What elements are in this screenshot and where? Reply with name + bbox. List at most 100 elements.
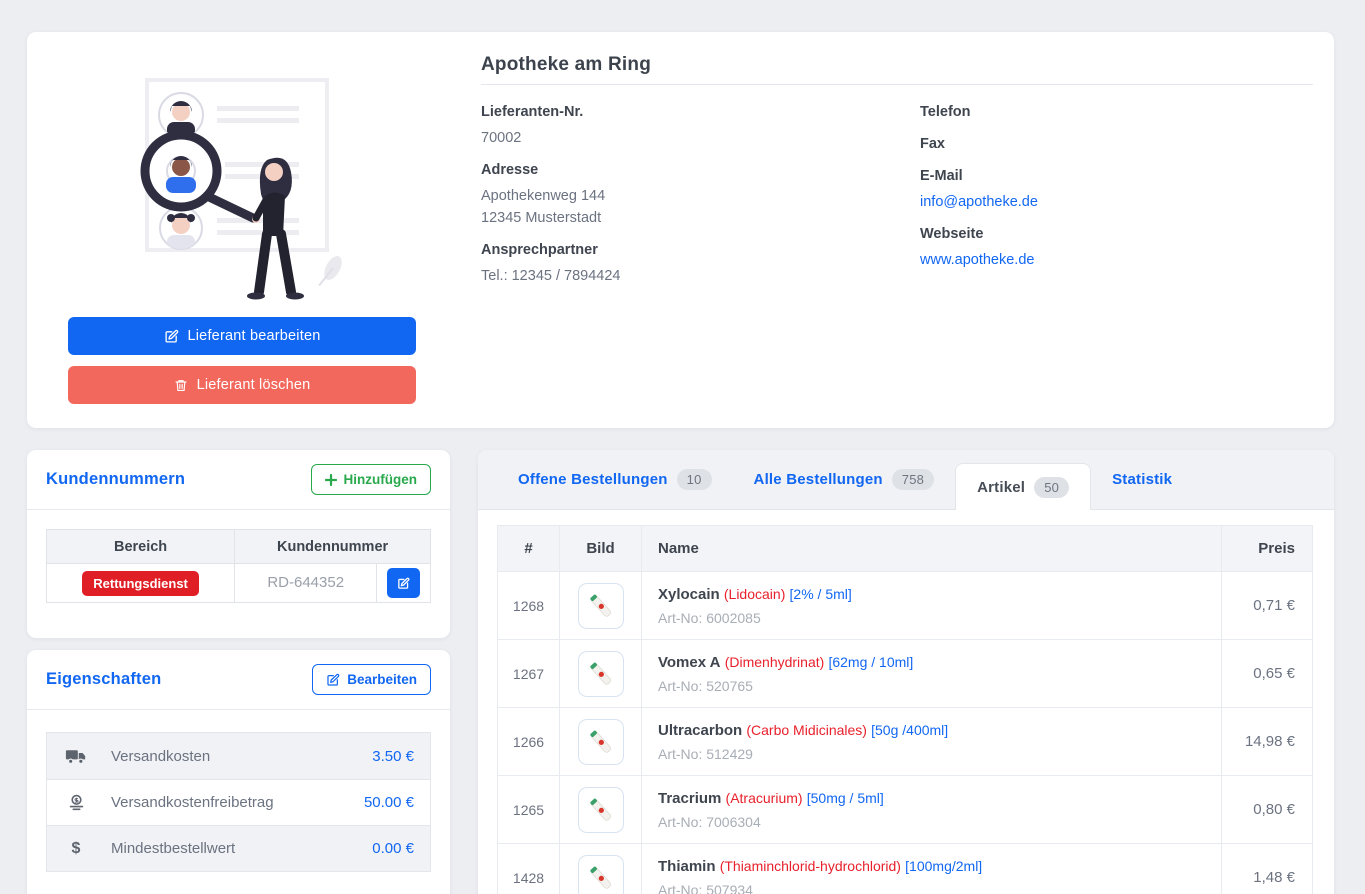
- article-number: Art-No: 7006304: [658, 813, 761, 830]
- fax-label: Fax: [920, 136, 945, 152]
- edit-customer-number-button[interactable]: [387, 568, 421, 598]
- tab-statistik[interactable]: Statistik: [1091, 450, 1193, 509]
- property-value: 0.00 €: [372, 840, 414, 857]
- supplier-edit-label: Lieferant bearbeiten: [187, 328, 321, 344]
- article-thumbnail: [577, 854, 624, 894]
- add-button-label: Hinzufügen: [343, 472, 418, 487]
- tab-count-badge: 50: [1034, 476, 1070, 498]
- article-substance: (Lidocain): [723, 585, 786, 602]
- article-substance: (Thiaminchlorid-hydrochlorid): [719, 857, 901, 874]
- supplier-illustration: [117, 60, 373, 316]
- article-row[interactable]: 1266 Ultracarbon (Carbo Midicinales) [50…: [497, 707, 1313, 776]
- article-dose: [2% / 5ml]: [789, 585, 852, 602]
- website-link[interactable]: www.apotheke.de: [920, 249, 1034, 271]
- tab-count-badge: 758: [891, 469, 935, 490]
- supplier-info-right: Telefon Fax E-Mail info@apotheke.de Webs…: [920, 104, 1038, 284]
- column-header-bereich: Bereich: [45, 529, 236, 564]
- supplier-delete-label: Lieferant löschen: [196, 377, 311, 393]
- article-price: 0,71 €: [1221, 571, 1313, 640]
- column-header-preis: Preis: [1221, 525, 1313, 572]
- property-row-mindestbestellwert: $ Mindestbestellwert 0.00 €: [47, 825, 430, 871]
- article-thumbnail: [577, 718, 624, 765]
- article-id: 1268: [497, 571, 560, 640]
- article-dose: [50g /400ml]: [871, 721, 949, 738]
- article-price: 1,48 €: [1221, 843, 1313, 894]
- column-header-id: #: [497, 525, 560, 572]
- article-id: 1265: [497, 775, 560, 844]
- article-id: 1428: [497, 843, 560, 894]
- supplier-number-label: Lieferanten-Nr.: [481, 104, 584, 120]
- column-header-name: Name: [641, 525, 1222, 572]
- ampoule-icon: [589, 730, 611, 753]
- tab-artikel[interactable]: Artikel 50: [955, 463, 1092, 510]
- customer-number-value: RD-644352: [267, 574, 345, 591]
- article-number: Art-No: 520765: [658, 677, 753, 694]
- edit-icon: [326, 673, 340, 687]
- edit-properties-button[interactable]: Bearbeiten: [312, 664, 431, 695]
- tab-label: Statistik: [1112, 471, 1173, 488]
- supplier-card: Apotheke am Ring Lieferanten-Nr. 70002 A…: [27, 32, 1334, 428]
- tab-label: Offene Bestellungen: [518, 471, 668, 488]
- article-name: Ultracarbon: [658, 721, 743, 739]
- property-row-versandkostenfreibetrag: Versandkostenfreibetrag 50.00 €: [47, 779, 430, 825]
- article-row[interactable]: 1267 Vomex A (Dimenhydrinat) [62mg / 10m…: [497, 639, 1313, 708]
- article-name: Vomex A: [658, 653, 721, 671]
- tab-label: Artikel: [977, 478, 1026, 496]
- article-row[interactable]: 1265 Tracrium (Atracurium) [50mg / 5ml] …: [497, 775, 1313, 844]
- article-row[interactable]: 1428 Thiamin (Thiaminchlorid-hydrochlori…: [497, 843, 1313, 894]
- ampoule-icon: [589, 866, 611, 889]
- supplier-delete-button[interactable]: Lieferant löschen: [68, 366, 416, 404]
- title-divider: [481, 84, 1313, 85]
- property-value: 50.00 €: [363, 794, 414, 811]
- article-price: 14,98 €: [1221, 707, 1313, 776]
- article-thumbnail: [577, 786, 624, 833]
- article-number: Art-No: 512429: [658, 745, 753, 762]
- edit-icon: [164, 329, 179, 344]
- coin-deposit-icon: [63, 793, 89, 813]
- article-thumbnail: [577, 650, 624, 697]
- article-substance: (Atracurium): [725, 789, 803, 806]
- edit-icon: [397, 577, 410, 590]
- add-customer-number-button[interactable]: Hinzufügen: [310, 464, 431, 495]
- tab-alle-bestellungen[interactable]: Alle Bestellungen 758: [733, 450, 956, 509]
- page-title: Apotheke am Ring: [481, 54, 651, 75]
- property-label: Versandkosten: [111, 747, 211, 765]
- tab-offene-bestellungen[interactable]: Offene Bestellungen 10: [497, 450, 733, 509]
- supplier-info-left: Lieferanten-Nr. 70002 Adresse Apothekenw…: [481, 104, 620, 300]
- orders-articles-card: Offene Bestellungen 10 Alle Bestellungen…: [478, 450, 1334, 894]
- property-row-versandkosten: Versandkosten 3.50 €: [47, 733, 430, 779]
- people-search-illustration-icon: [140, 78, 342, 300]
- article-row[interactable]: 1268 Xylocain (Lidocain) [2% / 5ml] Art-…: [497, 571, 1313, 640]
- article-dose: [100mg/2ml]: [905, 857, 983, 874]
- plus-icon: [324, 473, 337, 486]
- supplier-edit-button[interactable]: Lieferant bearbeiten: [68, 317, 416, 355]
- article-price: 0,80 €: [1221, 775, 1313, 844]
- column-header-bild: Bild: [559, 525, 642, 572]
- property-value: 3.50 €: [372, 747, 414, 765]
- properties-title: Eigenschaften: [46, 670, 162, 688]
- property-label: Mindestbestellwert: [111, 840, 236, 857]
- area-badge: Rettungsdienst: [82, 570, 199, 596]
- article-price: 0,65 €: [1221, 639, 1313, 708]
- website-label: Webseite: [920, 226, 984, 242]
- article-name: Tracrium: [658, 789, 722, 807]
- properties-list: Versandkosten 3.50 € Versandkostenfreibe…: [46, 732, 431, 872]
- customer-numbers-card: Kundennummern Hinzufügen Bereich Kundenn…: [27, 450, 450, 638]
- supplier-number-value: 70002: [481, 130, 522, 146]
- article-substance: (Dimenhydrinat): [724, 653, 825, 670]
- tab-count-badge: 10: [676, 469, 712, 490]
- contact-value: Tel.: 12345 / 7894424: [481, 268, 621, 284]
- ampoule-icon: [589, 662, 611, 685]
- edit-properties-label: Bearbeiten: [347, 672, 417, 687]
- customer-numbers-title: Kundennummern: [46, 470, 186, 488]
- phone-label: Telefon: [920, 104, 971, 120]
- customer-number-row: Rettungsdienst RD-644352: [45, 563, 431, 603]
- address-line1: Apothekenweg 144: [481, 188, 606, 204]
- article-number: Art-No: 507934: [658, 881, 753, 894]
- column-header-kundennummer: Kundennummer: [234, 529, 431, 564]
- ampoule-icon: [589, 594, 611, 617]
- email-link[interactable]: info@apotheke.de: [920, 191, 1038, 213]
- article-id: 1267: [497, 639, 560, 708]
- tab-label: Alle Bestellungen: [753, 471, 883, 488]
- articles-table: # Bild Name Preis 1268 Xylocain (Lidocai…: [497, 525, 1313, 894]
